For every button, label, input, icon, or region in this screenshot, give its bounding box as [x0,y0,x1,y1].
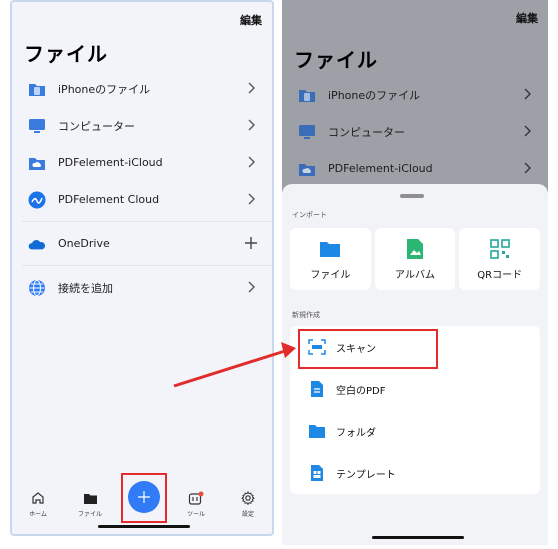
create-label: テンプレート [336,469,396,481]
import-qr-button[interactable]: QRコード [459,228,541,290]
album-icon [406,238,424,260]
blank-pdf-icon [308,380,326,398]
home-icon [18,490,58,506]
iphone-folder-icon [28,80,46,98]
location-pdfelement-icloud[interactable]: PDFelement-iCloud [282,150,548,187]
scan-highlight-box [298,329,438,369]
location-list: iPhoneのファイル コンピューター PDFelement-iCloud [12,70,272,306]
location-pdfelement-icloud[interactable]: PDFelement-iCloud [12,144,272,181]
create-template-button[interactable]: テンプレート [290,452,540,494]
create-blank-pdf-button[interactable]: 空白のPDF [290,368,540,410]
tab-label: ホーム [29,511,47,518]
template-icon [308,464,326,482]
import-label: ファイル [310,269,351,281]
location-onedrive[interactable]: OneDrive [12,225,272,262]
folder-icon [308,422,326,440]
page-title: ファイル [24,42,108,66]
chevron-right-icon [524,125,531,137]
pdfelement-cloud-icon [28,191,46,209]
location-label: iPhoneのファイル [328,88,421,102]
computer-icon [28,117,46,135]
tab-label: ツール [186,511,205,518]
create-section-label: 新規作成 [292,311,320,319]
create-button-highlight [121,473,167,523]
files-screen: 編集 ファイル iPhoneのファイル コンピューター PDFelement-i… [10,0,274,536]
folder-icon [70,490,110,506]
location-label: 接続を追加 [58,281,113,295]
import-label: アルバム [395,269,435,281]
onedrive-icon [28,235,46,253]
location-pdfelement-cloud[interactable]: PDFelement Cloud [12,181,272,218]
cloud-folder-icon [298,160,316,178]
tab-settings[interactable]: 設定 [228,490,268,518]
home-indicator [98,525,190,528]
location-label: PDFelement Cloud [58,193,160,206]
location-iphone-files[interactable]: iPhoneのファイル [282,76,548,113]
location-label: OneDrive [58,237,110,250]
sheet-grabber[interactable] [400,194,424,198]
create-folder-button[interactable]: フォルダ [290,410,540,452]
create-label: 空白のPDF [336,385,386,397]
location-label: コンピューター [328,125,405,139]
location-label: iPhoneのファイル [58,82,151,96]
chevron-right-icon [248,82,255,94]
computer-icon [298,123,316,141]
location-add-connection[interactable]: 接続を追加 [12,269,272,306]
location-label: PDFelement-iCloud [58,156,163,169]
iphone-folder-icon [298,86,316,104]
tab-label: 設定 [241,511,254,518]
edit-button[interactable]: 編集 [516,10,538,26]
import-label: QRコード [477,269,523,281]
location-label: コンピューター [58,119,135,133]
home-indicator [372,536,464,539]
tools-icon [176,490,216,506]
chevron-right-icon [248,281,255,293]
chevron-right-icon [248,156,255,168]
chevron-right-icon [524,162,531,174]
create-label: フォルダ [336,427,376,439]
folder-icon [319,238,341,260]
chevron-right-icon [248,119,255,131]
tab-home[interactable]: ホーム [18,490,58,518]
divider [22,265,272,266]
import-album-button[interactable]: アルバム [374,228,456,290]
chevron-right-icon [248,193,255,205]
tab-label: ファイル [77,511,102,518]
tab-tools[interactable]: ツール [176,490,216,518]
cloud-folder-icon [28,154,46,172]
create-sheet: インポート ファイル アルバム QRコード 新規作成 スキャン 空白のPDF フ… [282,184,548,545]
qr-code-icon [489,238,510,260]
divider [22,221,272,222]
create-button[interactable] [128,481,160,513]
chevron-right-icon [524,88,531,100]
screenshot-root: 編集 ファイル iPhoneのファイル コンピューター PDFelement-i… [0,0,558,549]
import-section-label: インポート [292,211,327,219]
page-title: ファイル [294,48,378,72]
globe-icon [28,279,46,297]
location-computer[interactable]: コンピューター [282,113,548,150]
files-screen-with-sheet: 編集 ファイル iPhoneのファイル コンピューター PDFelement-i… [282,0,548,545]
plus-icon [138,491,150,503]
location-list: iPhoneのファイル コンピューター PDFelement-iCloud [282,76,548,187]
import-options: ファイル アルバム QRコード [290,228,541,290]
import-file-button[interactable]: ファイル [290,228,371,290]
location-iphone-files[interactable]: iPhoneのファイル [12,70,272,107]
gear-icon [228,490,268,506]
location-computer[interactable]: コンピューター [12,107,272,144]
tab-files[interactable]: ファイル [70,490,110,518]
edit-button[interactable]: 編集 [240,12,262,28]
location-label: PDFelement-iCloud [328,162,433,175]
plus-icon[interactable] [244,236,258,250]
